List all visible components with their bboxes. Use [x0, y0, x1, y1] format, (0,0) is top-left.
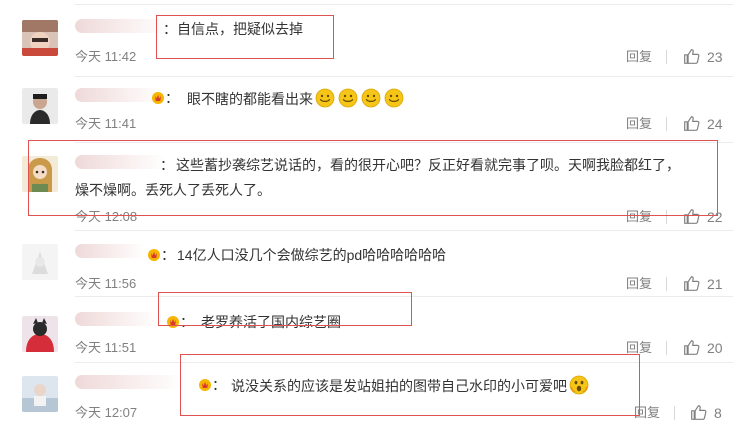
avatar[interactable] — [22, 88, 58, 124]
like-button[interactable]: 8 — [690, 404, 726, 422]
thumbs-up-icon — [684, 49, 700, 64]
highlight-box — [28, 140, 718, 216]
like-button[interactable]: 20 — [683, 339, 723, 357]
divider — [666, 50, 667, 64]
divider — [666, 341, 667, 355]
comment-text: 14亿人口没几个会做综艺的pd哈哈哈哈哈哈 — [177, 247, 447, 263]
comment-text: 眼不瞎的都能看出来 — [187, 91, 313, 107]
reply-button[interactable]: 回复 — [626, 115, 652, 133]
like-count: 8 — [714, 405, 722, 421]
colon: ： — [161, 247, 175, 263]
colon: ： — [165, 90, 179, 106]
comment-time: 今天 11:56 — [75, 276, 137, 291]
highlight-box — [158, 292, 412, 326]
divider — [666, 117, 667, 131]
comment-time: 今天 11:42 — [75, 49, 137, 64]
thumbs-up-icon — [684, 116, 700, 131]
vip-badge-icon — [151, 91, 165, 105]
avatar[interactable] — [22, 376, 58, 412]
avatar[interactable] — [22, 244, 58, 280]
vip-badge-icon — [147, 248, 161, 262]
smile-emoji-icon — [361, 88, 381, 108]
like-button[interactable]: 24 — [683, 115, 723, 133]
divider — [666, 277, 667, 291]
highlight-box — [156, 15, 334, 59]
smile-emoji-icon — [384, 88, 404, 108]
like-count: 20 — [707, 340, 723, 356]
comment-item: ： 自信点，把疑似去掉 今天 11:42 回复 23 — [0, 0, 733, 70]
avatar[interactable] — [22, 20, 58, 56]
thumbs-up-icon — [691, 405, 707, 420]
comment-time: 今天 12:07 — [75, 405, 138, 420]
reply-button[interactable]: 回复 — [626, 275, 652, 293]
like-button[interactable]: 23 — [683, 48, 723, 66]
like-count: 21 — [707, 276, 723, 292]
username-blurred[interactable] — [75, 375, 185, 389]
reply-button[interactable]: 回复 — [626, 48, 652, 66]
comment-time: 今天 11:51 — [75, 340, 137, 355]
highlight-box — [180, 354, 640, 416]
username-blurred[interactable] — [75, 244, 147, 258]
username-blurred[interactable] — [75, 312, 160, 326]
thumbs-up-icon — [684, 276, 700, 291]
like-count: 23 — [707, 49, 723, 65]
thumbs-up-icon — [684, 340, 700, 355]
avatar[interactable] — [22, 316, 58, 352]
smile-emoji-icon — [338, 88, 358, 108]
smile-emoji-icon — [315, 88, 335, 108]
divider — [674, 406, 675, 420]
comment-item: ： 眼不瞎的都能看出来 今天 11:41 回复 24 — [0, 76, 733, 142]
comment-item: ： 14亿人口没几个会做综艺的pd哈哈哈哈哈哈 今天 11:56 回复 21 — [0, 230, 733, 294]
comment-time: 今天 11:41 — [75, 116, 137, 131]
like-button[interactable]: 21 — [683, 275, 723, 293]
comment-text-wrap: 眼不瞎的都能看出来 — [187, 88, 407, 109]
like-count: 24 — [707, 116, 723, 132]
